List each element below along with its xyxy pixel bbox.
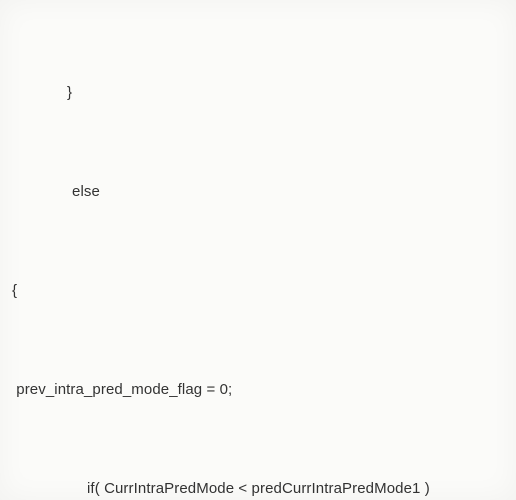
code-line: } [12, 76, 504, 109]
code-line: else [12, 175, 504, 208]
code-snippet: } else { prev_intra_pred_mode_flag = 0; … [0, 0, 516, 500]
code-line: if( CurrIntraPredMode < predCurrIntraPre… [12, 472, 504, 500]
code-line: prev_intra_pred_mode_flag = 0; [12, 373, 504, 406]
code-line: { [12, 274, 504, 307]
